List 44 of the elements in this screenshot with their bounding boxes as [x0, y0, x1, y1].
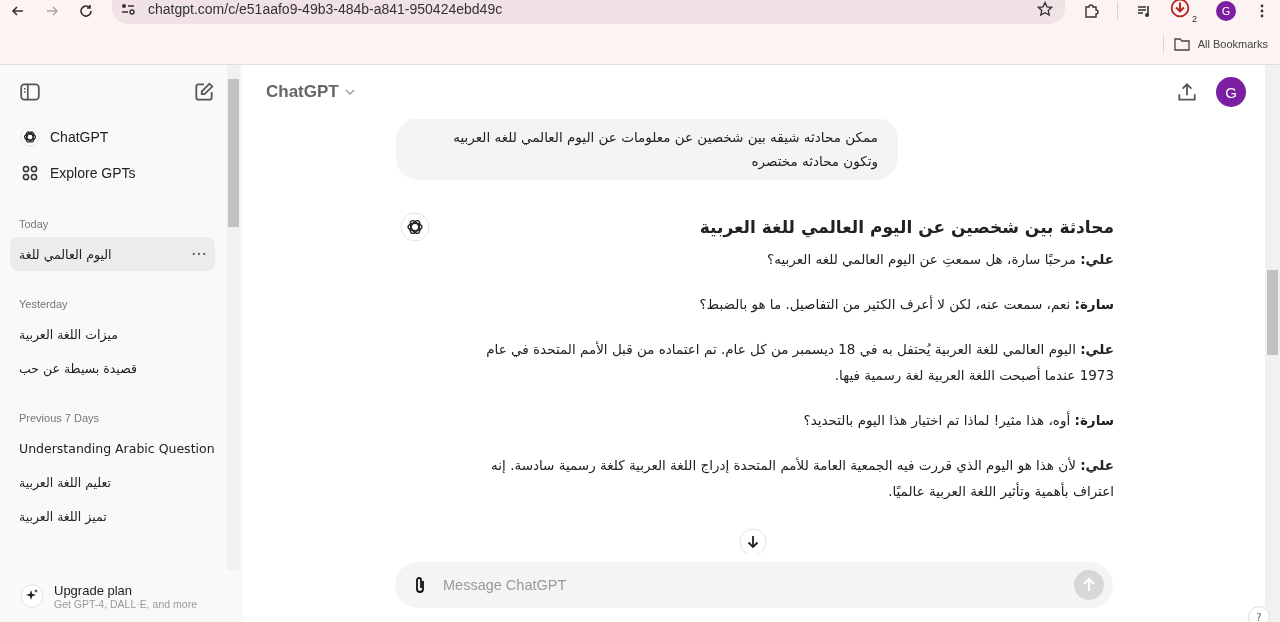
help-button[interactable]: ? [1248, 606, 1270, 622]
chat-history-item[interactable]: قصيدة بسيطة عن حب [10, 351, 215, 385]
bookmarks-folder[interactable]: All Bookmarks [1173, 37, 1268, 51]
response-heading: محادثة بين شخصين عن اليوم العالمي للغة العربية [698, 216, 1114, 240]
profile-avatar[interactable]: G [1216, 1, 1236, 21]
response-paragraph: سارة: أوه، هذا مثير! لماذا تم اختيار هذا اليوم بالتحديد؟ [802, 410, 1114, 431]
response-paragraph: سارة: نعم، سمعت عنه، لكن لا أعرف الكثير من التفاصيل. ما هو بالضبط؟ [698, 294, 1114, 315]
section-heading: Previous 7 Days [18, 411, 101, 426]
message-input[interactable]: Message ChatGPT [395, 562, 1113, 608]
section-heading: Today [18, 217, 50, 232]
sidebar-toggle-icon[interactable] [19, 81, 41, 103]
sidebar-nav-item[interactable]: Explore GPTs [10, 155, 215, 191]
scroll-down-button[interactable] [739, 528, 767, 554]
folder-icon [1173, 37, 1190, 51]
sidebar-nav-item[interactable]: ChatGPT [10, 119, 215, 155]
share-icon[interactable] [1176, 81, 1198, 103]
address-bar[interactable]: chatgpt.com/c/e51aafo9-49b3-484b-a841-950424ebd49c [112, 0, 1065, 24]
user-message: ممكن محادثه شيقه بين شخصين عن معلومات عن اليوم العالمي للغه العربيه وتكون محادثه مختصره [396, 119, 898, 180]
scrollbar[interactable] [1265, 65, 1280, 622]
chat-history-item[interactable]: Understanding Arabic Question [10, 431, 215, 465]
star-icon[interactable] [1037, 1, 1053, 17]
puzzle-icon[interactable] [1083, 3, 1099, 19]
reload-icon[interactable] [78, 3, 94, 19]
section-heading: Yesterday [18, 297, 69, 312]
sparkle-icon [20, 584, 44, 608]
site-settings-icon[interactable] [120, 1, 136, 17]
chevron-down-icon[interactable] [344, 89, 355, 95]
response-paragraph: علي: اليوم العالمي للغة العربية يُحتفل به في 18 ديسمبر من كل عام. تم اعتماده من قبل الأمم المتحدة في عام 1973 عندما أصبحت اللغة العربية لغة رسمية فيها. [485, 340, 1114, 386]
user-avatar[interactable]: G [1216, 77, 1246, 107]
openai-logo-icon [400, 212, 430, 242]
scrollbar[interactable] [227, 65, 240, 570]
more-options-icon[interactable] [192, 252, 206, 256]
openai-logo-icon [20, 127, 40, 147]
new-chat-icon[interactable] [193, 81, 215, 103]
chat-history-item[interactable]: ميزات اللغة العربية [10, 317, 215, 351]
chat-history-item[interactable]: اليوم العالمي للغة [10, 237, 215, 271]
media-queue-icon[interactable] [1136, 3, 1152, 19]
response-paragraph: علي: مرحبًا سارة، هل سمعتِ عن اليوم العالمي للغه العربيه؟ [766, 250, 1114, 270]
grid-icon [20, 163, 40, 183]
model-selector[interactable]: ChatGPT [266, 82, 355, 102]
upgrade-plan-item[interactable]: Upgrade plan Get GPT-4, DALL·E, and more [0, 570, 243, 622]
response-paragraph: علي: لأن هذا هو اليوم الذي قررت فيه الجمعية العامة للأمم المتحدة إدراج اللغة العربية كلغة رسمية سادسة. إنه اعتراف بأهمية وتأثير اللغة العربية عالميًا. [490, 456, 1114, 502]
chat-history-item[interactable]: تعليم اللغة العربية [10, 465, 215, 499]
chat-history-item[interactable]: تميز اللغة العربية [10, 499, 215, 533]
